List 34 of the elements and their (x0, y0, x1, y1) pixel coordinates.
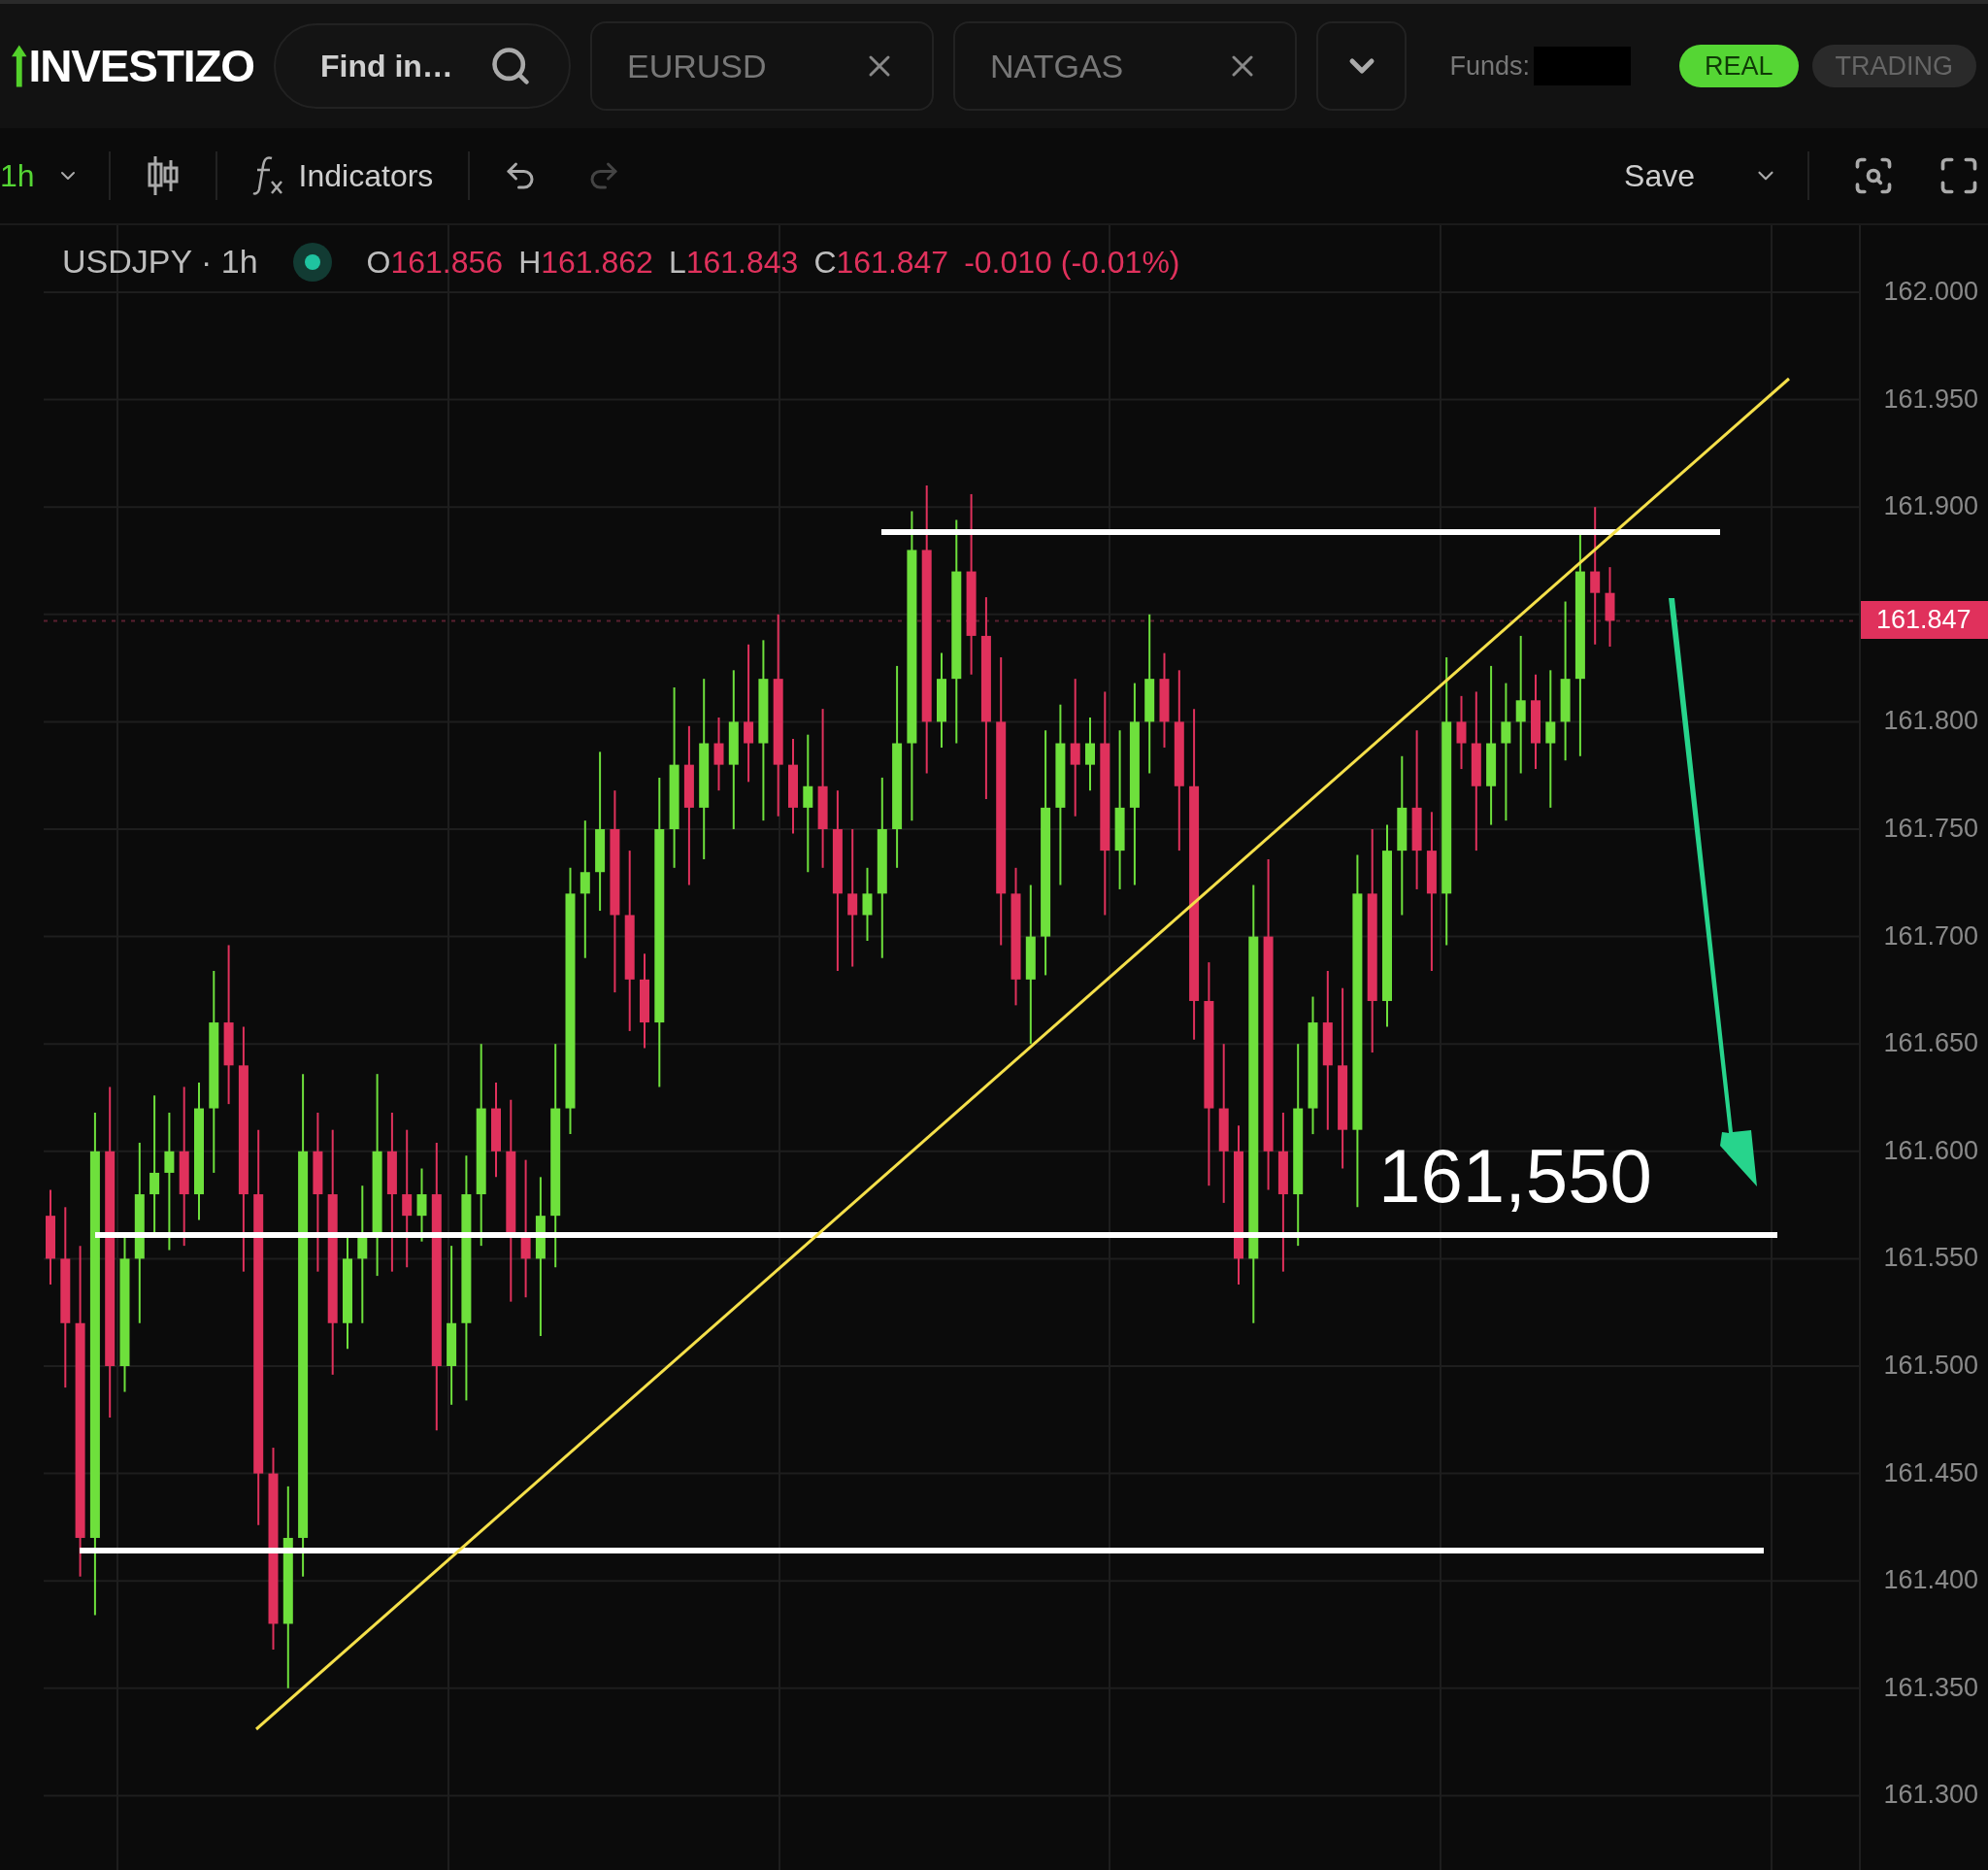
price-tick: 161.600 (1883, 1137, 1978, 1164)
search-field[interactable]: Find in… (274, 23, 571, 109)
ohlc-value: H161.862 (518, 243, 653, 282)
ohlc-value: C161.847 (813, 243, 949, 282)
symbol-label: USDJPY · 1h (62, 242, 258, 282)
price-tick: 161.650 (1883, 1030, 1978, 1057)
price-tick: 161.900 (1883, 493, 1978, 520)
price-tick: 161.500 (1883, 1352, 1978, 1379)
logo-wordmark: INVESTIZO (28, 44, 254, 88)
function-icon (251, 156, 285, 195)
price-tick: 161.550 (1883, 1245, 1978, 1272)
save-button[interactable]: Save (1614, 152, 1705, 199)
price-tick: 161.450 (1883, 1459, 1978, 1486)
price-tick: 161.950 (1883, 385, 1978, 413)
price-tick: 161.800 (1883, 708, 1978, 735)
mode-toggle[interactable]: REAL (1678, 45, 1799, 87)
symbol-tab[interactable]: EURUSD (590, 21, 934, 111)
interval-dropdown[interactable]: 1h (0, 152, 109, 199)
price-tick: 161.750 (1883, 816, 1978, 842)
ohlc-value: O161.856 (366, 243, 504, 282)
funds-label: Funds: (1449, 50, 1530, 83)
arrow-up-icon (12, 45, 27, 87)
annotation-label: 161,550 (1378, 1138, 1652, 1214)
ohlc-value: L161.843 (668, 243, 799, 282)
indicators-button[interactable]: Indicators (216, 152, 469, 199)
price-tick: 162.000 (1883, 279, 1978, 305)
price-tick: 161.700 (1883, 922, 1978, 950)
price-tick: 161.300 (1883, 1782, 1978, 1809)
price-tick: 161.350 (1883, 1674, 1978, 1701)
search-icon (489, 45, 532, 87)
symbol-tab[interactable]: NATGAS (953, 21, 1297, 111)
change-value: -0.010 (-0.01%) (964, 243, 1180, 282)
price-tick: 161.400 (1883, 1567, 1978, 1594)
current-price-label: 161.847 (1861, 601, 1988, 640)
